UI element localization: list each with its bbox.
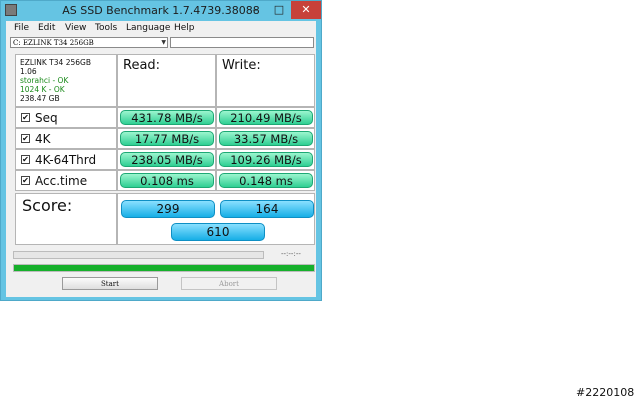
4k-write-value: 33.57 MB/s <box>219 131 313 146</box>
drive-size: 238.47 GB <box>20 94 60 103</box>
row-label: Acc.time <box>35 174 88 188</box>
row-label: 4K <box>35 132 51 146</box>
abort-button[interactable]: Abort <box>181 277 277 290</box>
minimize-button[interactable]: – <box>243 1 267 19</box>
check-icon[interactable]: ✔ <box>21 155 30 164</box>
menu-edit[interactable]: Edit <box>38 23 55 33</box>
check-icon[interactable]: ✔ <box>21 113 30 122</box>
row-4k64-label[interactable]: ✔ 4K-64Thrd <box>15 149 117 170</box>
score-write: 164 <box>220 200 314 218</box>
check-icon[interactable]: ✔ <box>21 134 30 143</box>
aux-input[interactable] <box>170 37 314 48</box>
progress-bar <box>13 251 264 259</box>
chevron-down-icon: ▼ <box>161 39 166 46</box>
menu-help[interactable]: Help <box>174 23 195 33</box>
secondary-progress-bar <box>13 264 315 272</box>
watermark-text: #2220108 <box>576 386 635 399</box>
client-area: File Edit View Tools Language Help C: EZ… <box>6 21 316 297</box>
score-panel: 299 164 610 <box>117 193 315 245</box>
4k64-write-value: 109.26 MB/s <box>219 152 313 167</box>
drive-info-panel: EZLINK T34 256GB 1.06 storahci - OK 1024… <box>15 54 117 107</box>
drive-name: EZLINK T34 256GB <box>20 58 91 67</box>
menu-language[interactable]: Language <box>126 23 170 33</box>
score-label: Score: <box>15 193 117 245</box>
read-header: Read: <box>117 54 216 107</box>
4k64-read-value: 238.05 MB/s <box>120 152 214 167</box>
write-header: Write: <box>216 54 315 107</box>
row-label: Seq <box>35 111 58 125</box>
drive-firmware: 1.06 <box>20 67 37 76</box>
row-4k-label[interactable]: ✔ 4K <box>15 128 117 149</box>
seq-read-cell: 431.78 MB/s <box>117 107 216 128</box>
drive-select[interactable]: C: EZLINK T34 256GB ▼ <box>10 37 168 48</box>
alignment-status: 1024 K - OK <box>20 85 65 94</box>
seq-write-value: 210.49 MB/s <box>219 110 313 125</box>
app-window: AS SSD Benchmark 1.7.4739.38088 – □ ✕ Fi… <box>0 0 322 301</box>
start-button[interactable]: Start <box>62 277 158 290</box>
row-acctime-label[interactable]: ✔ Acc.time <box>15 170 117 191</box>
4k64-read-cell: 238.05 MB/s <box>117 149 216 170</box>
menu-file[interactable]: File <box>14 23 29 33</box>
maximize-button[interactable]: □ <box>267 1 291 19</box>
driver-status: storahci - OK <box>20 76 69 85</box>
menu-bar: File Edit View Tools Language Help <box>6 21 316 35</box>
acctime-write-value: 0.148 ms <box>219 173 313 188</box>
drive-select-value: C: EZLINK T34 256GB <box>13 39 94 47</box>
title-bar[interactable]: AS SSD Benchmark 1.7.4739.38088 – □ ✕ <box>1 1 321 21</box>
check-icon[interactable]: ✔ <box>21 176 30 185</box>
acctime-write-cell: 0.148 ms <box>216 170 315 191</box>
4k-write-cell: 33.57 MB/s <box>216 128 315 149</box>
4k64-write-cell: 109.26 MB/s <box>216 149 315 170</box>
row-label: 4K-64Thrd <box>35 153 97 167</box>
menu-view[interactable]: View <box>65 23 86 33</box>
secondary-progress-fill <box>14 265 314 271</box>
4k-read-value: 17.77 MB/s <box>120 131 214 146</box>
elapsed-time: --:--:-- <box>281 250 301 258</box>
acctime-read-value: 0.108 ms <box>120 173 214 188</box>
menu-tools[interactable]: Tools <box>95 23 117 33</box>
4k-read-cell: 17.77 MB/s <box>117 128 216 149</box>
close-button[interactable]: ✕ <box>291 1 321 19</box>
seq-write-cell: 210.49 MB/s <box>216 107 315 128</box>
score-read: 299 <box>121 200 215 218</box>
seq-read-value: 431.78 MB/s <box>120 110 214 125</box>
score-total: 610 <box>171 223 265 241</box>
row-seq-label[interactable]: ✔ Seq <box>15 107 117 128</box>
acctime-read-cell: 0.108 ms <box>117 170 216 191</box>
